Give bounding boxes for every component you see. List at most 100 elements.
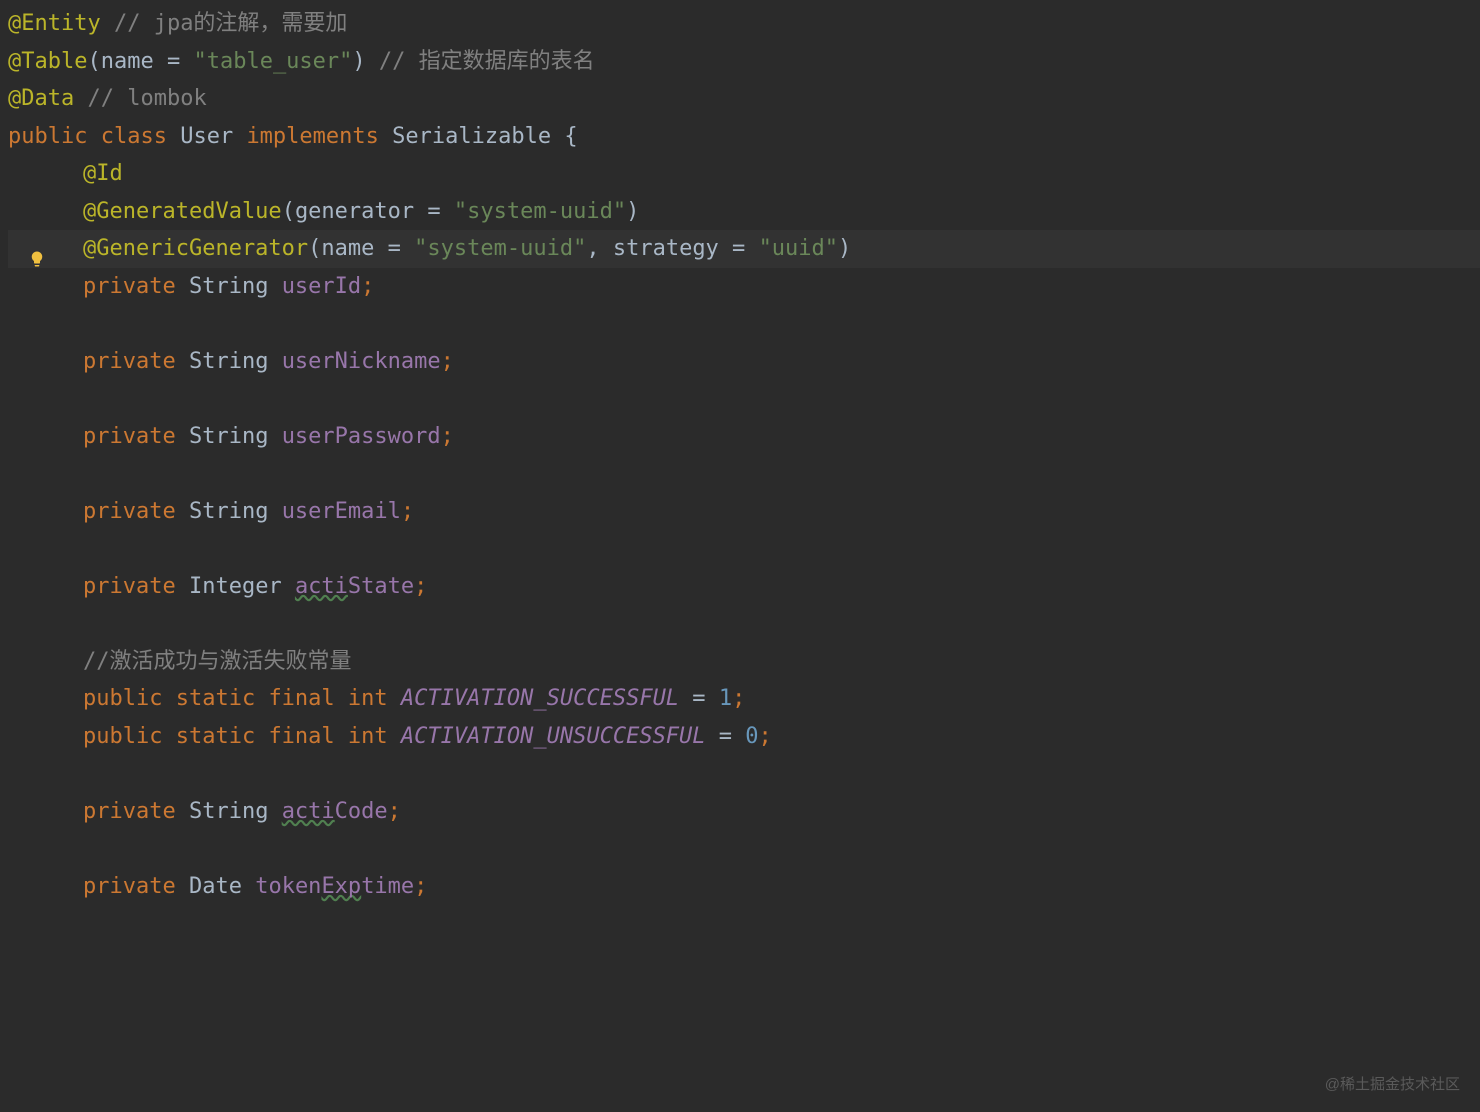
paren: ) (626, 193, 639, 230)
param-name: name (101, 43, 154, 80)
equals: = (679, 680, 719, 717)
watermark: @稀土掘金技术社区 (1325, 1072, 1460, 1098)
lightbulb-icon[interactable] (28, 243, 46, 261)
comment: // 指定数据库的表名 (366, 43, 595, 80)
keyword: int (348, 718, 401, 755)
equals: = (414, 193, 454, 230)
annotation: @Id (83, 155, 123, 192)
semicolon: ; (441, 343, 454, 380)
keyword: private (83, 268, 189, 305)
code-line[interactable]: private String userPassword; (8, 418, 1480, 456)
interface-name: Serializable (392, 118, 564, 155)
string: "system-uuid" (414, 230, 586, 267)
semicolon: ; (388, 793, 401, 830)
field-name: userNickname (282, 343, 441, 380)
keyword: public (83, 680, 176, 717)
comment: // jpa的注解，需要加 (101, 5, 348, 42)
keyword: private (83, 493, 189, 530)
paren: ) (352, 43, 365, 80)
string: "uuid" (759, 230, 838, 267)
number: 1 (719, 680, 732, 717)
type: String (189, 793, 282, 830)
keyword: final (268, 680, 347, 717)
keyword: private (83, 793, 189, 830)
code-line[interactable]: private String userNickname; (8, 343, 1480, 381)
keyword: int (348, 680, 401, 717)
field-name-typo: Exp (321, 868, 361, 905)
code-line-blank[interactable] (8, 380, 1480, 418)
field-name: userId (282, 268, 361, 305)
equals: = (706, 718, 746, 755)
field-name: State (348, 568, 414, 605)
keyword: static (176, 718, 269, 755)
code-line[interactable]: private String actiCode; (8, 793, 1480, 831)
class-name: User (180, 118, 246, 155)
code-line-active[interactable]: @GenericGenerator(name = "system-uuid", … (8, 230, 1480, 268)
field-name: userPassword (282, 418, 441, 455)
semicolon: ; (361, 268, 374, 305)
code-line[interactable]: @Entity // jpa的注解，需要加 (8, 5, 1480, 43)
semicolon: ; (759, 718, 772, 755)
keyword: final (268, 718, 347, 755)
keyword: implements (246, 118, 392, 155)
code-line[interactable]: private String userEmail; (8, 493, 1480, 531)
keyword: public (83, 718, 176, 755)
code-line-blank[interactable] (8, 455, 1480, 493)
type: String (189, 268, 282, 305)
code-line-blank[interactable] (8, 530, 1480, 568)
comma: , (586, 230, 613, 267)
code-line[interactable]: @Data // lombok (8, 80, 1480, 118)
field-name: token (255, 868, 321, 905)
annotation: @GeneratedValue (83, 193, 282, 230)
equals: = (374, 230, 414, 267)
code-line-blank[interactable] (8, 755, 1480, 793)
keyword: private (83, 868, 189, 905)
code-line[interactable]: public class User implements Serializabl… (8, 118, 1480, 156)
semicolon: ; (414, 568, 427, 605)
code-line[interactable]: private Date tokenExptime; (8, 868, 1480, 906)
paren: ( (308, 230, 321, 267)
keyword: private (83, 418, 189, 455)
code-line[interactable]: private String userId; (8, 268, 1480, 306)
paren: ) (838, 230, 851, 267)
code-line-blank[interactable] (8, 305, 1480, 343)
string: "table_user" (193, 43, 352, 80)
code-line[interactable]: public static final int ACTIVATION_UNSUC… (8, 718, 1480, 756)
keyword: static (176, 680, 269, 717)
param-name: name (321, 230, 374, 267)
param-name: strategy (613, 230, 719, 267)
field-name: time (361, 868, 414, 905)
code-line[interactable]: @Id (8, 155, 1480, 193)
keyword: private (83, 343, 189, 380)
keyword: private (83, 568, 189, 605)
type: String (189, 493, 282, 530)
string: "system-uuid" (454, 193, 626, 230)
code-line-blank[interactable] (8, 605, 1480, 643)
brace: { (564, 118, 577, 155)
semicolon: ; (441, 418, 454, 455)
code-editor[interactable]: @Entity // jpa的注解，需要加 @Table(name = "tab… (0, 0, 1480, 905)
code-content[interactable]: @Entity // jpa的注解，需要加 @Table(name = "tab… (0, 5, 1480, 905)
code-line[interactable]: private Integer actiState; (8, 568, 1480, 606)
paren: ( (87, 43, 100, 80)
field-name: userEmail (282, 493, 401, 530)
code-line[interactable]: //激活成功与激活失败常量 (8, 643, 1480, 681)
editor-gutter (0, 0, 60, 905)
type: String (189, 343, 282, 380)
code-line[interactable]: @Table(name = "table_user") // 指定数据库的表名 (8, 43, 1480, 81)
constant-name: ACTIVATION_SUCCESSFUL (401, 680, 679, 717)
type: Date (189, 868, 255, 905)
comment: // lombok (74, 80, 206, 117)
equals: = (719, 230, 759, 267)
annotation: @GenericGenerator (83, 230, 308, 267)
keyword: class (101, 118, 180, 155)
semicolon: ; (732, 680, 745, 717)
semicolon: ; (401, 493, 414, 530)
code-line[interactable]: @GeneratedValue(generator = "system-uuid… (8, 193, 1480, 231)
field-name-typo: acti (282, 793, 335, 830)
field-name: Code (335, 793, 388, 830)
code-line[interactable]: public static final int ACTIVATION_SUCCE… (8, 680, 1480, 718)
constant-name: ACTIVATION_UNSUCCESSFUL (401, 718, 706, 755)
number: 0 (745, 718, 758, 755)
code-line-blank[interactable] (8, 830, 1480, 868)
